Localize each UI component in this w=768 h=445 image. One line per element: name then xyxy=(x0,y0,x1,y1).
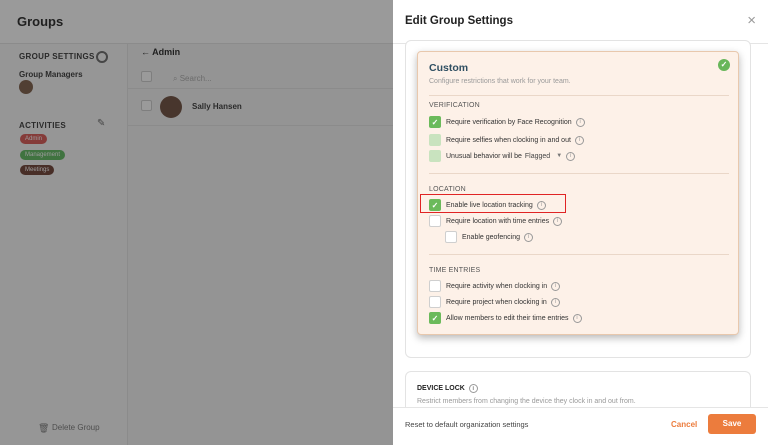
option-face-recognition[interactable]: ✓ Require verification by Face Recogniti… xyxy=(429,116,585,128)
geofencing-checkbox[interactable] xyxy=(445,231,457,243)
drawer-title: Edit Group Settings xyxy=(405,15,513,27)
device-lock-card: DEVICE LOCK i Restrict members from chan… xyxy=(405,371,751,407)
require-project-checkbox[interactable] xyxy=(429,296,441,308)
verification-heading: VERIFICATION xyxy=(429,102,480,109)
selected-check-icon: ✓ xyxy=(718,59,730,71)
device-lock-subtitle: Restrict members from changing the devic… xyxy=(417,398,636,405)
save-button[interactable]: Save xyxy=(708,414,756,434)
location-time-entries-checkbox[interactable] xyxy=(429,215,441,227)
device-lock-label: DEVICE LOCK xyxy=(417,385,465,392)
option-location-time-entries[interactable]: Require location with time entries i xyxy=(429,215,563,227)
option-label: Unusual behavior will be xyxy=(446,152,522,160)
time-entries-heading: TIME ENTRIES xyxy=(429,267,481,274)
option-require-selfies: Require selfies when clocking in and out… xyxy=(429,134,584,146)
unusual-behavior-select[interactable]: Flagged xyxy=(525,153,550,160)
require-activity-checkbox[interactable] xyxy=(429,280,441,292)
option-unusual-behavior: Unusual behavior will be Flagged ▼ i xyxy=(429,150,576,162)
divider xyxy=(429,95,729,96)
edit-group-settings-drawer: Edit Group Settings × Custom Configure r… xyxy=(393,0,768,445)
info-icon[interactable]: i xyxy=(550,297,560,307)
custom-subtitle: Configure restrictions that work for you… xyxy=(429,78,571,85)
option-label: Require location with time entries xyxy=(446,217,550,225)
face-recognition-checkbox[interactable]: ✓ xyxy=(429,116,441,128)
option-label: Require verification by Face Recognition xyxy=(446,118,572,126)
cancel-button[interactable]: Cancel xyxy=(671,420,697,429)
custom-title: Custom xyxy=(429,62,469,74)
option-label: Require project when clocking in xyxy=(446,298,547,306)
option-require-project[interactable]: Require project when clocking in i xyxy=(429,296,560,308)
close-icon[interactable]: × xyxy=(747,13,756,28)
info-icon[interactable]: i xyxy=(524,232,533,242)
info-icon[interactable]: i xyxy=(468,384,478,393)
option-label: Require activity when clocking in xyxy=(446,282,548,290)
info-icon[interactable]: i xyxy=(575,117,585,127)
location-heading: LOCATION xyxy=(429,186,466,193)
custom-option-card[interactable]: Custom Configure restrictions that work … xyxy=(417,51,739,335)
device-lock-title: DEVICE LOCK i xyxy=(417,384,478,393)
highlight-box xyxy=(420,194,566,213)
divider xyxy=(429,254,729,255)
drawer-footer: Reset to default organization settings C… xyxy=(393,407,768,445)
option-edit-time-entries[interactable]: ✓ Allow members to edit their time entri… xyxy=(429,312,582,324)
modal-overlay[interactable] xyxy=(0,0,393,445)
info-icon[interactable]: i xyxy=(566,151,576,161)
option-label: Allow members to edit their time entries xyxy=(446,314,569,322)
option-require-activity[interactable]: Require activity when clocking in i xyxy=(429,280,561,292)
drawer-header: Edit Group Settings × xyxy=(393,0,768,44)
chevron-down-icon[interactable]: ▼ xyxy=(556,153,562,159)
divider xyxy=(429,173,729,174)
option-geofencing[interactable]: Enable geofencing i xyxy=(445,231,533,243)
info-icon[interactable]: i xyxy=(574,135,584,145)
reset-defaults-button[interactable]: Reset to default organization settings xyxy=(405,420,528,429)
info-icon[interactable]: i xyxy=(553,216,563,226)
info-icon[interactable]: i xyxy=(572,313,582,323)
option-label: Enable geofencing xyxy=(462,233,520,241)
edit-time-entries-checkbox[interactable]: ✓ xyxy=(429,312,441,324)
info-icon[interactable]: i xyxy=(551,281,561,291)
require-selfies-checkbox xyxy=(429,134,441,146)
unusual-behavior-checkbox xyxy=(429,150,441,162)
option-label: Require selfies when clocking in and out xyxy=(446,136,571,144)
